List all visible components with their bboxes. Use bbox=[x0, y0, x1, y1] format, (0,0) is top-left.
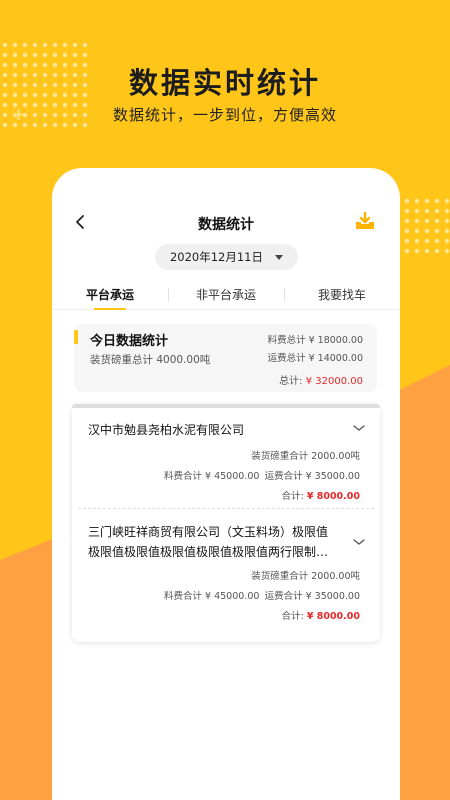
summary-weight: 装货磅重总计 4000.00吨 bbox=[90, 354, 211, 366]
date-picker[interactable]: 2020年12月11日 bbox=[155, 244, 298, 270]
company-total-label: 合计: bbox=[281, 611, 304, 622]
company-total-value: ¥ 8000.00 bbox=[306, 491, 360, 502]
chevron-down-icon[interactable] bbox=[352, 536, 366, 548]
company-freight: 运费合计 ¥ 35000.00 bbox=[264, 471, 360, 482]
company-fee: 料费合计 ¥ 45000.00 bbox=[164, 471, 260, 482]
navigation-bar: 数据统计 bbox=[52, 208, 400, 238]
summary-freight: 运费总计 ¥ 14000.00 bbox=[267, 353, 363, 364]
company-total: 合计: ¥ 8000.00 bbox=[282, 608, 360, 622]
page-title: 数据统计 bbox=[198, 217, 254, 233]
download-tray-icon bbox=[356, 211, 374, 229]
daily-summary-card: 今日数据统计 装货磅重总计 4000.00吨 料费总计 ¥ 18000.00 运… bbox=[74, 324, 377, 392]
company-total-value: ¥ 8000.00 bbox=[306, 611, 360, 622]
tab-non-platform-carrier[interactable]: 非平台承运 bbox=[168, 286, 284, 303]
company-card[interactable]: 三门峡旺祥商贸有限公司（文玉料场）极限值极限值极限值极限值极限值极限值两行限制显… bbox=[72, 510, 380, 638]
card-divider bbox=[78, 508, 374, 509]
company-weight: 装货磅重合计 2000.00吨 bbox=[251, 451, 360, 462]
company-weight: 装货磅重合计 2000.00吨 bbox=[251, 571, 360, 582]
hero-title: 数据实时统计 bbox=[128, 66, 321, 100]
date-value: 2020年12月11日 bbox=[169, 250, 264, 264]
phone-screen: 数据统计 2020年12月11日 平台承运 非平台承运 我要找车 今日数据统计 … bbox=[52, 168, 400, 800]
tab-find-truck[interactable]: 我要找车 bbox=[284, 286, 400, 303]
company-name: 汉中市勉县尧柏水泥有限公司 bbox=[88, 423, 245, 437]
download-button[interactable] bbox=[354, 210, 376, 232]
summary-total-value: ¥ 32000.00 bbox=[305, 376, 363, 387]
chevron-down-icon[interactable] bbox=[352, 422, 366, 434]
tab-bar: 平台承运 非平台承运 我要找车 bbox=[52, 280, 400, 310]
company-freight: 运费合计 ¥ 35000.00 bbox=[264, 591, 360, 602]
hero-subtitle: 数据统计，一步到位，方便高效 bbox=[112, 106, 337, 124]
summary-total: 总计: ¥ 32000.00 bbox=[279, 372, 363, 387]
tab-platform-carrier[interactable]: 平台承运 bbox=[52, 286, 168, 303]
summary-fee: 料费总计 ¥ 18000.00 bbox=[267, 335, 363, 346]
company-fee: 料费合计 ¥ 45000.00 bbox=[164, 591, 260, 602]
company-list: 汉中市勉县尧柏水泥有限公司 装货磅重合计 2000.00吨 料费合计 ¥ 450… bbox=[72, 404, 380, 642]
summary-accent-bar bbox=[74, 330, 78, 344]
summary-title: 今日数据统计 bbox=[90, 334, 169, 349]
company-total: 合计: ¥ 8000.00 bbox=[282, 488, 360, 502]
company-total-label: 合计: bbox=[281, 491, 304, 502]
decorative-dots-right bbox=[392, 196, 450, 254]
company-card[interactable]: 汉中市勉县尧柏水泥有限公司 装货磅重合计 2000.00吨 料费合计 ¥ 450… bbox=[72, 408, 380, 508]
company-name: 三门峡旺祥商贸有限公司（文玉料场）极限值极限值极限值极限值极限值极限值两行限制显… bbox=[88, 525, 329, 559]
dropdown-arrow-icon bbox=[275, 254, 284, 260]
active-tab-indicator bbox=[94, 308, 126, 310]
summary-total-label: 总计: bbox=[279, 376, 303, 387]
